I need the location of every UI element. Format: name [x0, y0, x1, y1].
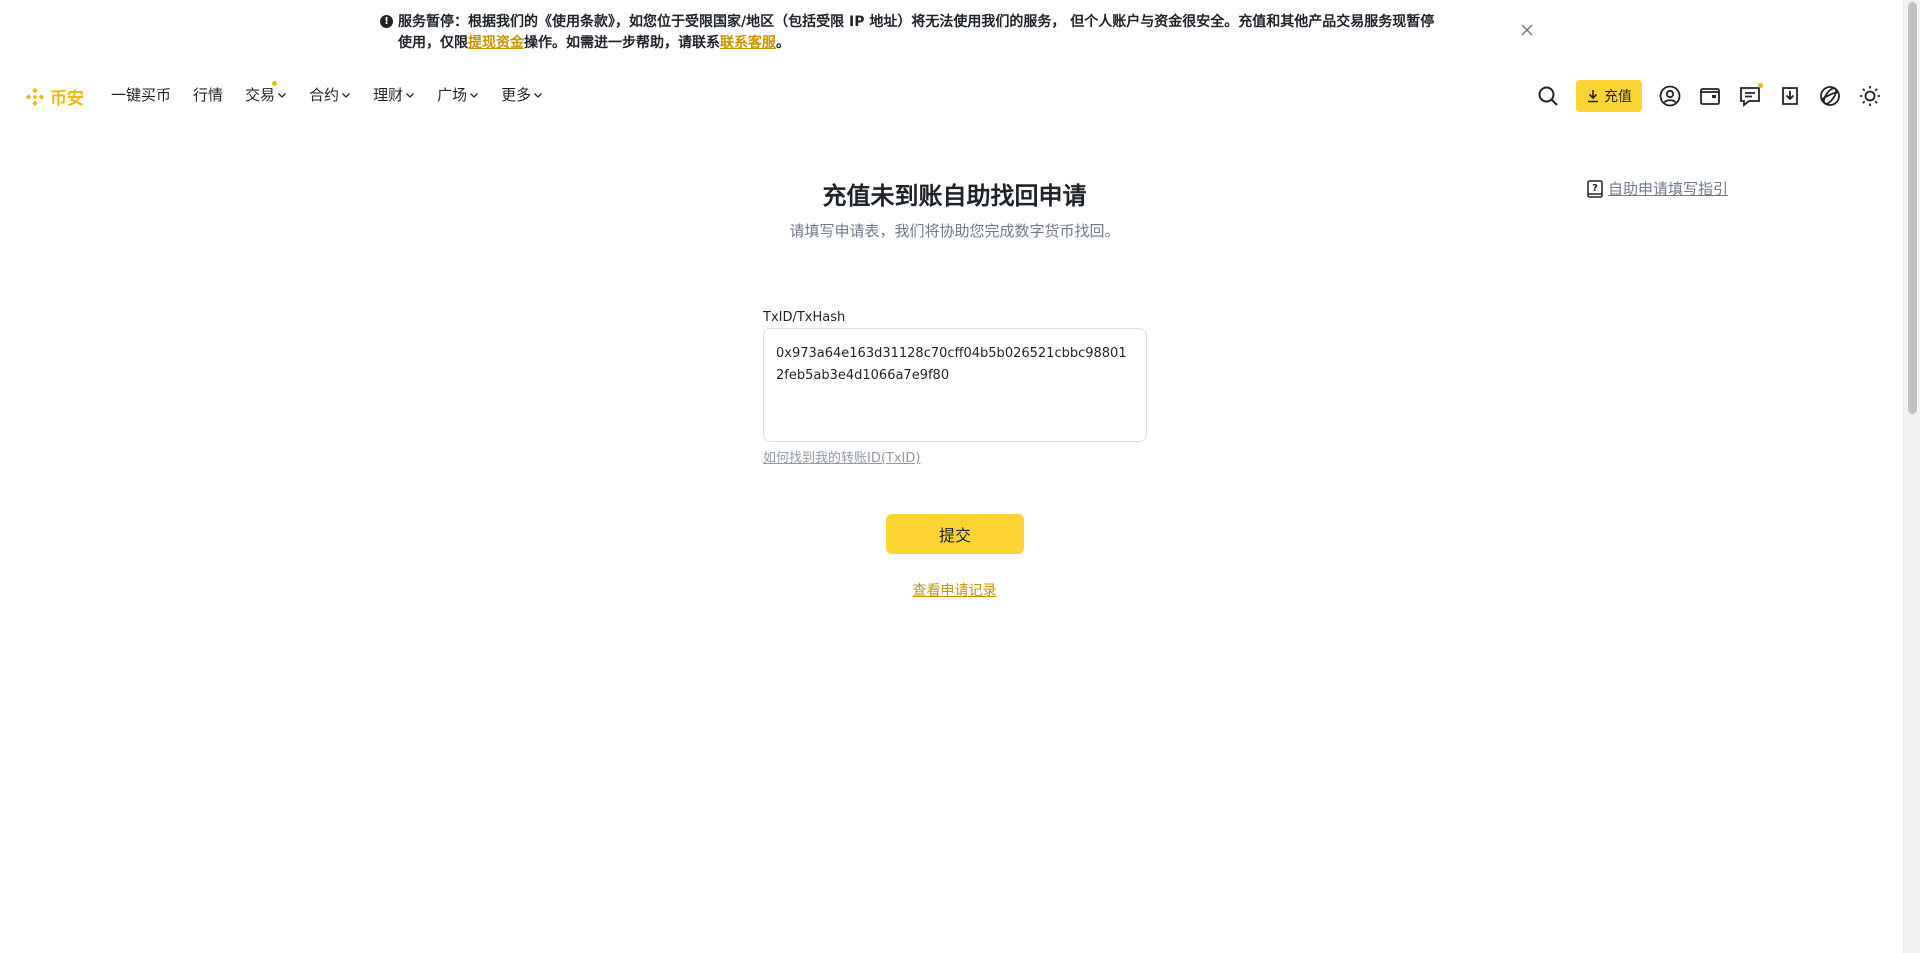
nav-item-label: 更多: [501, 86, 532, 104]
nav-item-futures[interactable]: 合约: [309, 84, 351, 105]
banner-text-part: 。: [776, 35, 790, 51]
nav-item-label: 广场: [437, 86, 468, 104]
banner-text-line-2: 使用，仅限提现资金操作。如需进一步帮助，请联系联系客服。: [380, 33, 1530, 54]
chevron-down-icon: [406, 92, 415, 98]
withdraw-funds-link[interactable]: 提现资金: [468, 35, 524, 51]
banner-text-part: 使用，仅限: [398, 35, 468, 51]
close-icon[interactable]: [1519, 22, 1535, 38]
txid-input[interactable]: 0x973a64e163d31128c70cff04b5b026521cbbc9…: [763, 328, 1147, 442]
txid-field-label: TxID/TxHash: [763, 310, 846, 325]
nav-actions: 充值: [1536, 80, 1898, 112]
chevron-down-icon: [278, 92, 287, 98]
page-subtitle: 请填写申请表，我们将协助您完成数字货币找回。: [789, 222, 1120, 240]
binance-logo-icon: [25, 87, 45, 106]
guide-link-label: 自助申请填写指引: [1608, 180, 1729, 198]
chevron-down-icon: [470, 92, 479, 98]
chevron-down-icon: [534, 92, 543, 98]
guide-link[interactable]: ? 自助申请填写指引: [1585, 178, 1728, 199]
wallet-icon[interactable]: [1698, 84, 1722, 108]
svg-text:?: ?: [1592, 183, 1598, 194]
download-icon[interactable]: [1778, 84, 1802, 108]
globe-icon[interactable]: [1818, 84, 1842, 108]
nav-item-markets[interactable]: 行情: [193, 84, 223, 105]
nav-item-label: 合约: [309, 86, 340, 104]
user-icon[interactable]: [1658, 84, 1682, 108]
find-txid-help-link[interactable]: 如何找到我的转账ID(TxID): [763, 447, 920, 466]
theme-sun-icon[interactable]: [1858, 84, 1882, 108]
nav-item-label: 理财: [373, 86, 404, 104]
chevron-down-icon: [342, 92, 351, 98]
notification-dot: [272, 81, 278, 86]
records-link-container: 查看申请记录: [0, 580, 1909, 600]
nav-item-label: 交易: [245, 86, 276, 104]
exclamation-icon: !: [380, 15, 393, 28]
top-navigation: 币安 一键买币 行情 交易 合约 理财 广场 更多 充值: [0, 72, 1903, 120]
message-icon[interactable]: [1738, 83, 1763, 108]
nav-item-more[interactable]: 更多: [501, 84, 543, 105]
nav-item-earn[interactable]: 理财: [373, 84, 415, 105]
page-scrollbar[interactable]: [1903, 0, 1920, 953]
download-arrow-icon: [1588, 90, 1598, 103]
submit-button[interactable]: 提交: [886, 514, 1024, 554]
service-suspension-banner: ! 服务暂停：根据我们的《使用条款》，如您位于受限国家/地区（包括受限 IP 地…: [380, 12, 1530, 54]
logo-text: 币安: [50, 89, 84, 109]
notification-dot: [1758, 83, 1763, 88]
contact-support-link[interactable]: 联系客服: [720, 35, 776, 51]
nav-item-quick-buy[interactable]: 一键买币: [111, 84, 171, 105]
scrollbar-thumb[interactable]: [1908, 2, 1917, 414]
binance-logo[interactable]: 币安: [24, 84, 84, 109]
nav-item-square[interactable]: 广场: [437, 84, 479, 105]
banner-text-line-1: 服务暂停：根据我们的《使用条款》，如您位于受限国家/地区（包括受限 IP 地址）…: [398, 14, 1435, 30]
nav-item-label: 一键买币: [111, 86, 172, 104]
nav-item-label: 行情: [193, 86, 224, 104]
main-menu: 一键买币 行情 交易 合约 理财 广场 更多: [111, 81, 565, 105]
guide-book-icon: ?: [1587, 179, 1603, 198]
deposit-label: 充值: [1604, 89, 1632, 105]
view-records-link[interactable]: 查看申请记录: [913, 583, 997, 599]
banner-text-part: 操作。如需进一步帮助，请联系: [524, 35, 720, 51]
deposit-button[interactable]: 充值: [1576, 80, 1642, 112]
nav-item-trade[interactable]: 交易: [245, 81, 287, 105]
search-icon[interactable]: [1536, 84, 1560, 108]
